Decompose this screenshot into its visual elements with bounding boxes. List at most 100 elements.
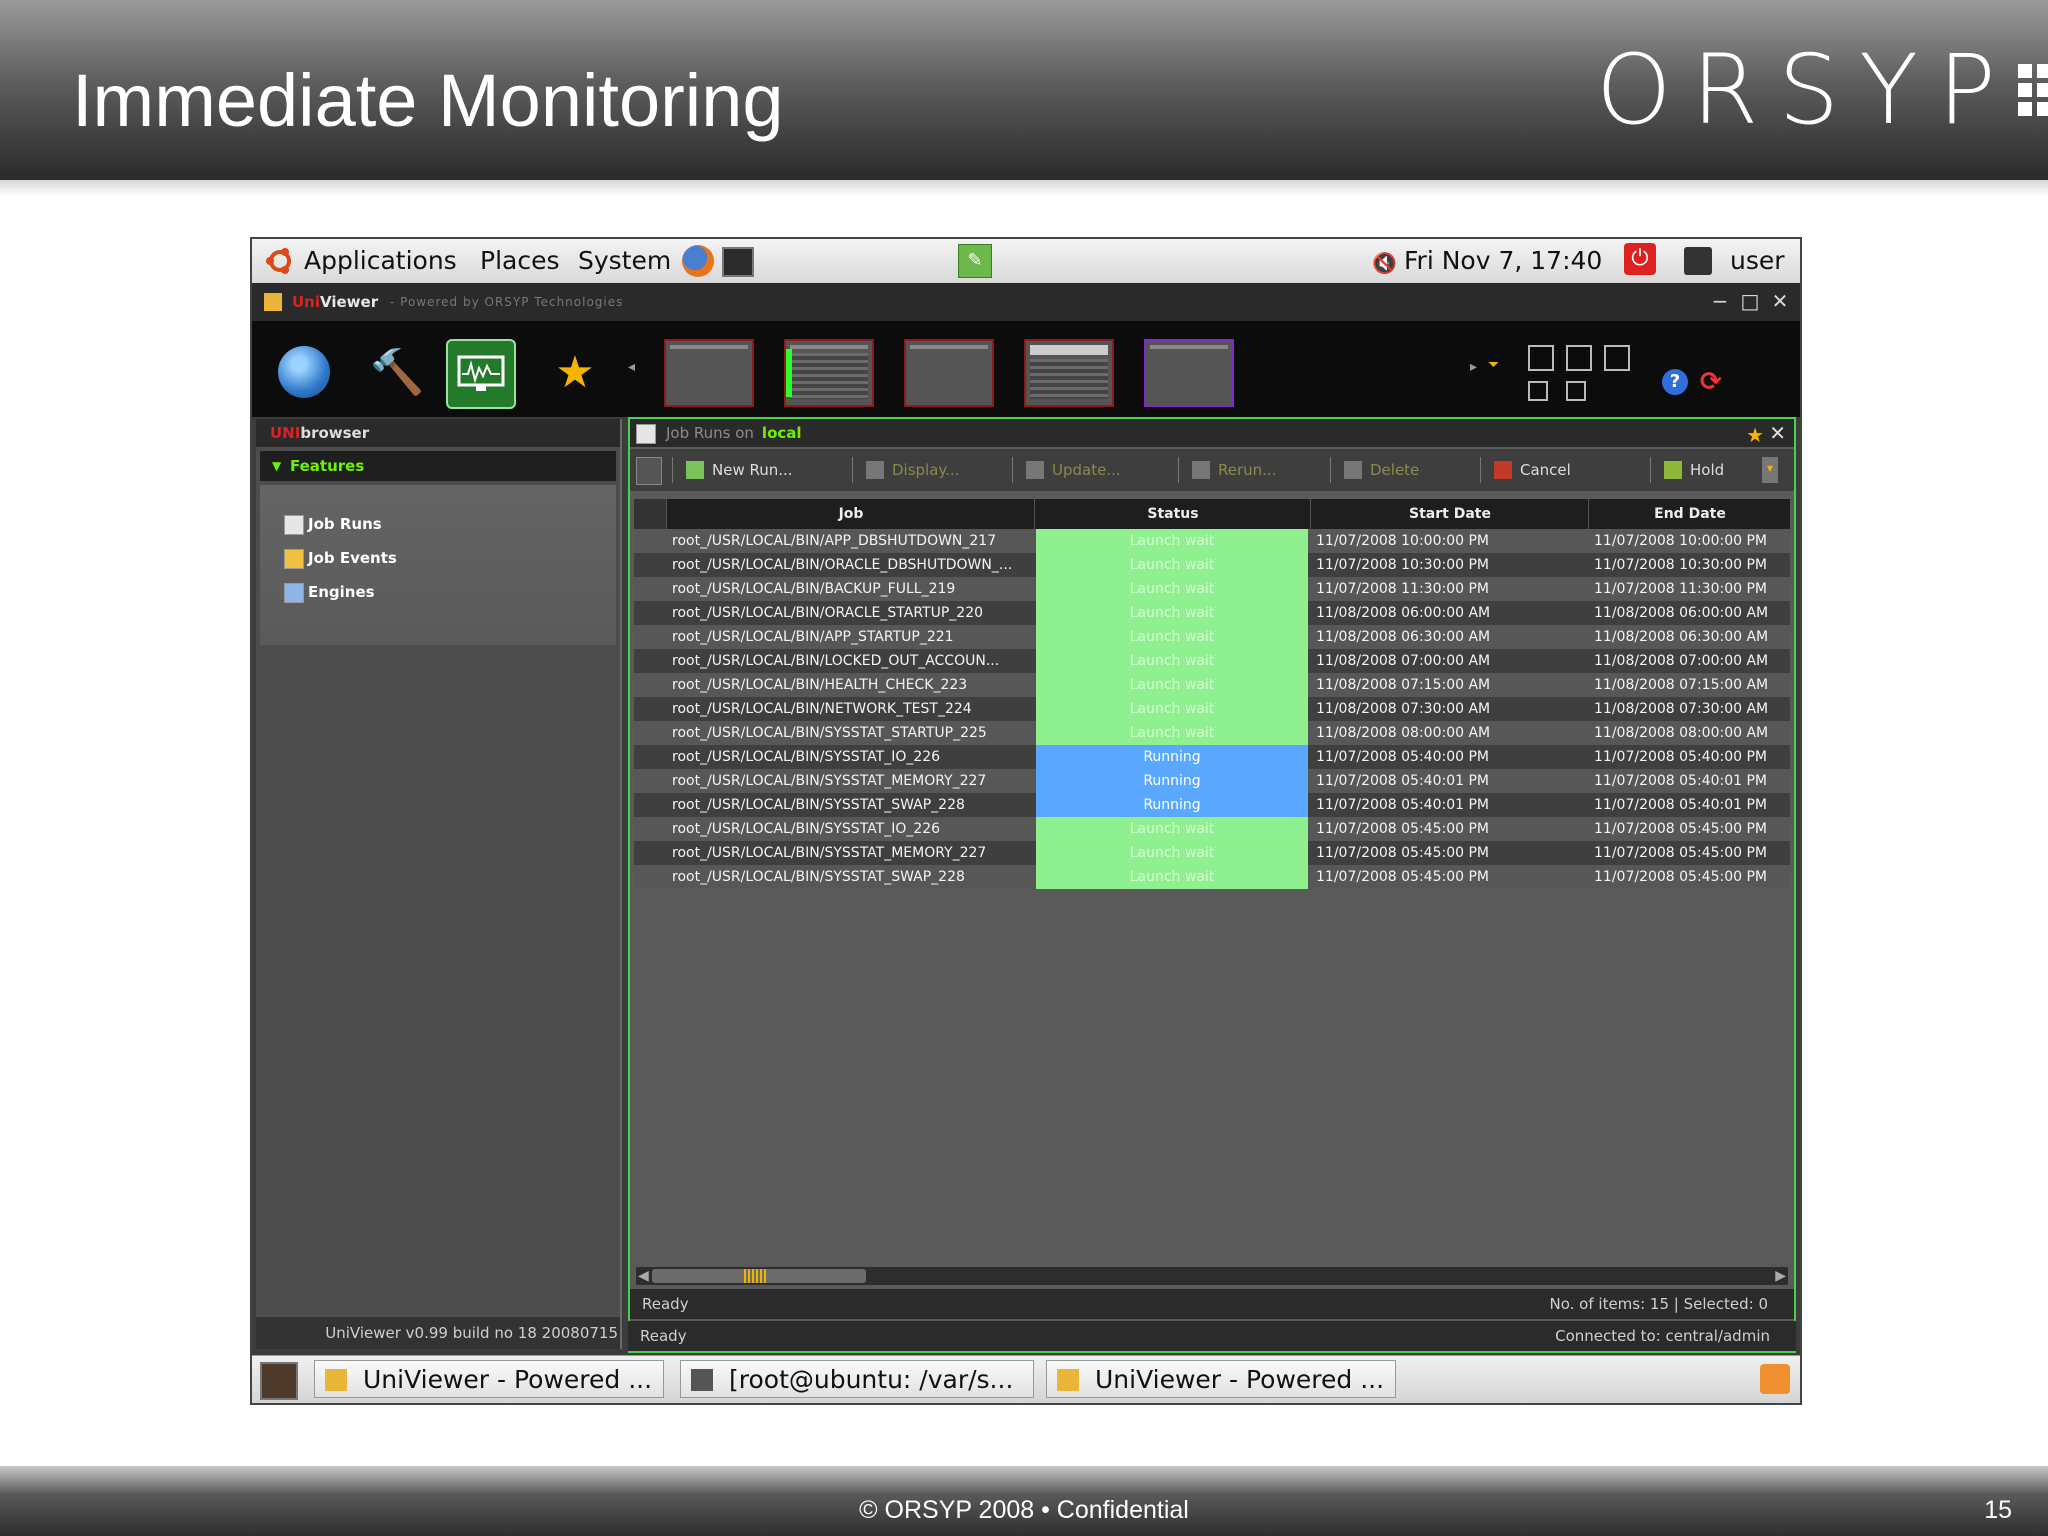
menu-applications[interactable]: Applications (304, 245, 457, 277)
unibrowser-pane: UNIbrowser ▼ Features Job Runs Job Event… (256, 419, 622, 1349)
edit-launcher-icon[interactable]: ✎ (958, 244, 992, 278)
volume-icon[interactable]: 🔇 (1372, 251, 1397, 275)
status-cell: Launch wait (1036, 649, 1308, 673)
clock[interactable]: Fri Nov 7, 17:40 (1404, 245, 1602, 277)
features-section-header[interactable]: ▼ Features (260, 451, 616, 481)
engines-icon (284, 583, 304, 603)
status-cell: Launch wait (1036, 625, 1308, 649)
end-date-cell: 11/08/2008 08:00:00 AM (1594, 725, 1769, 741)
end-date-cell: 11/08/2008 07:00:00 AM (1594, 653, 1769, 669)
rerun-button[interactable]: Rerun... (1192, 459, 1276, 481)
table-row[interactable]: root_/USR/LOCAL/BIN/SYSSTAT_MEMORY_227 Ru… (634, 769, 1790, 793)
favorites-star-icon[interactable]: ★ (542, 339, 608, 405)
status-cell: Launch wait (1036, 865, 1308, 889)
menu-places[interactable]: Places (480, 245, 560, 277)
tree-item-engines[interactable]: Engines (308, 579, 375, 605)
scroll-left-arrow-icon[interactable]: ◀ (638, 1267, 649, 1285)
window-thumbnail[interactable] (664, 339, 754, 407)
show-desktop-icon[interactable] (260, 1362, 298, 1400)
hold-button[interactable]: Hold (1664, 459, 1724, 481)
job-cell: root_/USR/LOCAL/BIN/NETWORK_TEST_224 (672, 701, 972, 717)
end-date-cell: 11/07/2008 05:45:00 PM (1594, 845, 1767, 861)
table-row[interactable]: root_/USR/LOCAL/BIN/SYSSTAT_SWAP_228 Runn… (634, 793, 1790, 817)
scroll-right-arrow-icon[interactable]: ▶ (1775, 1267, 1786, 1285)
scroll-right-icon[interactable]: ▸ (1470, 359, 1477, 375)
end-date-cell: 11/07/2008 10:00:00 PM (1594, 533, 1767, 549)
scrollbar-grip-icon[interactable] (744, 1269, 768, 1283)
globe-settings-icon[interactable] (278, 346, 330, 398)
help-icon[interactable]: ? (1662, 369, 1688, 395)
power-icon[interactable]: ⏻ (1624, 243, 1656, 275)
menu-system[interactable]: System (578, 245, 671, 277)
taskbar-item-terminal[interactable]: [root@ubuntu: /var/s... (680, 1360, 1034, 1398)
table-row[interactable]: root_/USR/LOCAL/BIN/SYSSTAT_MEMORY_227 La… (634, 841, 1790, 865)
maximize-icon[interactable]: □ (1738, 289, 1762, 313)
table-row[interactable]: root_/USR/LOCAL/BIN/SYSSTAT_STARTUP_225 L… (634, 721, 1790, 745)
more-actions-icon[interactable]: ▾ (1762, 457, 1778, 483)
bookmark-star-icon[interactable]: ★ (1746, 421, 1764, 449)
scroll-left-icon[interactable]: ◂ (628, 359, 635, 375)
close-icon[interactable]: ✕ (1768, 289, 1792, 313)
cancel-button[interactable]: Cancel (1494, 459, 1571, 481)
table-row[interactable]: root_/USR/LOCAL/BIN/NETWORK_TEST_224 Laun… (634, 697, 1790, 721)
new-run-button[interactable]: New Run... (686, 459, 793, 481)
job-cell: root_/USR/LOCAL/BIN/APP_DBSHUTDOWN_217 (672, 533, 997, 549)
user-menu[interactable]: user (1730, 245, 1785, 277)
table-row[interactable]: root_/USR/LOCAL/BIN/ORACLE_DBSHUTDOWN_..… (634, 553, 1790, 577)
panel-host: local (761, 424, 802, 442)
table-row[interactable]: root_/USR/LOCAL/BIN/APP_DBSHUTDOWN_217 La… (634, 529, 1790, 553)
start-date-cell: 11/07/2008 11:30:00 PM (1316, 581, 1489, 597)
minimize-icon[interactable]: − (1708, 289, 1732, 313)
firefox-icon[interactable] (682, 245, 714, 277)
display-button[interactable]: Display... (866, 459, 959, 481)
status-cell: Running (1036, 745, 1308, 769)
expand-triangle-icon[interactable]: ▼ (272, 451, 281, 481)
delete-icon (1344, 461, 1362, 479)
window-thumbnail[interactable] (1144, 339, 1234, 407)
window-thumbnail[interactable] (904, 339, 994, 407)
run-panel-icon[interactable] (636, 457, 662, 485)
monitoring-icon[interactable] (446, 339, 516, 409)
window-thumbnail[interactable] (784, 339, 874, 407)
tree-item-job-events[interactable]: Job Events (308, 545, 397, 571)
job-runs-panel-icon (636, 424, 656, 444)
trash-icon[interactable] (1760, 1364, 1790, 1394)
column-header-status[interactable]: Status (1036, 499, 1311, 529)
table-row[interactable]: root_/USR/LOCAL/BIN/APP_STARTUP_221 Launc… (634, 625, 1790, 649)
hammer-icon[interactable]: 🔨 (364, 339, 430, 405)
network-icon[interactable] (1684, 247, 1712, 275)
layout-grid-icon[interactable] (1528, 345, 1554, 371)
end-date-cell: 11/07/2008 05:45:00 PM (1594, 821, 1767, 837)
table-row[interactable]: root_/USR/LOCAL/BIN/HEALTH_CHECK_223 Laun… (634, 673, 1790, 697)
layout-columns-icon[interactable] (1604, 345, 1630, 371)
taskbar-item-univiewer-2[interactable]: UniViewer - Powered ... (1046, 1360, 1396, 1398)
gnome-bottom-panel: UniViewer - Powered ... [root@ubuntu: /v… (252, 1355, 1800, 1403)
column-chooser-icon[interactable] (634, 499, 667, 529)
window-thumbnail[interactable] (1024, 339, 1114, 407)
delete-button[interactable]: Delete (1344, 459, 1419, 481)
taskbar-item-univiewer[interactable]: UniViewer - Powered ... (314, 1360, 664, 1398)
update-button[interactable]: Update... (1026, 459, 1121, 481)
horizontal-scrollbar[interactable]: ◀ ▶ (636, 1267, 1788, 1285)
refresh-icon[interactable]: ⟳ (1700, 367, 1722, 397)
table-row[interactable]: root_/USR/LOCAL/BIN/ORACLE_STARTUP_220 La… (634, 601, 1790, 625)
table-row[interactable]: root_/USR/LOCAL/BIN/SYSSTAT_IO_226 Runnin… (634, 745, 1790, 769)
table-row[interactable]: root_/USR/LOCAL/BIN/LOCKED_OUT_ACCOUN...… (634, 649, 1790, 673)
tree-item-job-runs[interactable]: Job Runs (308, 511, 382, 537)
job-cell: root_/USR/LOCAL/BIN/BACKUP_FULL_219 (672, 581, 956, 597)
column-header-job[interactable]: Job (668, 499, 1035, 529)
layout-single-icon[interactable] (1528, 381, 1548, 401)
table-row[interactable]: root_/USR/LOCAL/BIN/BACKUP_FULL_219 Launc… (634, 577, 1790, 601)
column-header-end-date[interactable]: End Date (1590, 499, 1790, 529)
ubuntu-logo-icon[interactable] (264, 245, 296, 277)
layout-cascade-icon[interactable] (1566, 381, 1586, 401)
panel-close-icon[interactable]: ✕ (1769, 419, 1786, 447)
terminal-launcher-icon[interactable] (722, 247, 754, 277)
app-title: UniViewer (292, 293, 379, 311)
dropdown-arrow-icon[interactable]: ⏷ (1488, 357, 1499, 373)
table-row[interactable]: root_/USR/LOCAL/BIN/SYSSTAT_IO_226 Launch… (634, 817, 1790, 841)
column-header-start-date[interactable]: Start Date (1312, 499, 1589, 529)
window-title-bar[interactable]: UniViewer - Powered by ORSYP Technologie… (252, 283, 1800, 321)
table-row[interactable]: root_/USR/LOCAL/BIN/SYSSTAT_SWAP_228 Laun… (634, 865, 1790, 889)
layout-rows-icon[interactable] (1566, 345, 1592, 371)
